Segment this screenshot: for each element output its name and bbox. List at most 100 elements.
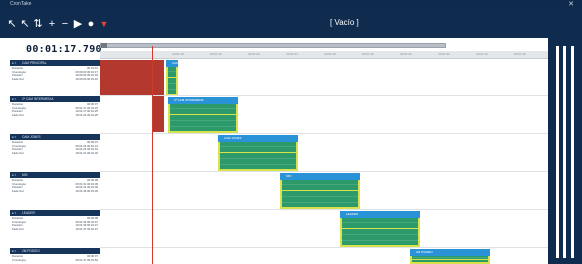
timeline-clip[interactable]: LEADER bbox=[340, 211, 420, 247]
cut-region-tail bbox=[153, 96, 164, 132]
add-icon[interactable]: + bbox=[46, 17, 58, 31]
marker-in-icon[interactable]: ↖ bbox=[6, 17, 18, 31]
marker-out-icon[interactable]: ↖ bbox=[19, 17, 31, 31]
timecode-display: 00:01:17.790 bbox=[26, 44, 102, 55]
clip-trim-handle[interactable] bbox=[418, 218, 420, 247]
clip-header[interactable]: CAM PRINCIPAL bbox=[166, 60, 195, 67]
timeline-clip[interactable]: CAM JONES bbox=[218, 135, 298, 171]
track-header[interactable]: ■ ▾ CAM JONES Duración 00:00:07 Cronología 00… bbox=[10, 134, 100, 157]
track-header[interactable]: ■ ▾ 2ª CAM INTERMEDIA Duración 00:00:07 Cron… bbox=[10, 96, 100, 119]
clip-trim-handle[interactable] bbox=[236, 104, 238, 133]
track-info-value: 10:01:47 00:01:47 bbox=[75, 226, 98, 231]
clip-header[interactable]: 2M PODEIO bbox=[410, 249, 490, 256]
clip-header[interactable]: 2ª CAM INTERMEDIA bbox=[168, 97, 238, 104]
scrubber-handle[interactable] bbox=[101, 43, 107, 48]
timeline-clip[interactable]: CAM PRINCIPAL bbox=[166, 60, 195, 96]
track-header[interactable]: ■ ▾ MIX Duración 00:00:08 Cronología 00:01:31… bbox=[10, 172, 100, 195]
track-title-bar[interactable]: ■ ▾ LEADER bbox=[10, 210, 100, 216]
track-info-value: 00:01:47 00:01:54 bbox=[75, 257, 98, 262]
track-menu-icon[interactable]: ■ ▾ bbox=[12, 249, 20, 253]
close-icon[interactable]: ✕ bbox=[568, 0, 574, 10]
track-title-bar[interactable]: ■ ▾ CAM PRINCIPAL bbox=[10, 60, 100, 66]
clip-trim-handle[interactable] bbox=[280, 180, 282, 209]
track-info-row: Fade Out 10:01:24 00:01:25 bbox=[12, 113, 98, 118]
track-info: Duración 00:01:16 Cronología 00:00:00 00:01… bbox=[10, 66, 100, 83]
document-title: [ Vacío ] bbox=[330, 18, 359, 27]
play-icon[interactable]: ▶ bbox=[72, 17, 84, 31]
clip-title: 2ª CAM INTERMEDIA bbox=[174, 98, 204, 102]
track-info-key: Fade Out bbox=[12, 76, 24, 81]
track-info-row: Cronología 00:01:47 00:01:54 bbox=[12, 257, 98, 263]
clip-trim-handle[interactable] bbox=[296, 142, 298, 171]
ruler-tick: 00:01:22 bbox=[248, 52, 260, 56]
clip-level-line[interactable] bbox=[410, 258, 490, 260]
track-menu-icon[interactable]: ■ ▾ bbox=[12, 135, 20, 139]
track-header[interactable]: ■ ▾ LEADER Duración 00:00:08 Cronología 00:01… bbox=[10, 210, 100, 233]
track-title-bar[interactable]: ■ ▾ 2M PODEIO bbox=[10, 248, 100, 254]
clip-body[interactable] bbox=[280, 180, 360, 209]
track-header[interactable]: ■ ▾ CAM PRINCIPAL Duración 00:01:16 Cronolog… bbox=[10, 60, 100, 83]
clip-title: CAM PRINCIPAL bbox=[172, 61, 196, 65]
tracks-area: ■ ▾ CAM PRINCIPAL Duración 00:01:16 Cronolog… bbox=[10, 60, 548, 264]
track-info-key: Fade Out bbox=[12, 226, 24, 231]
timeline-clip[interactable]: 2ª CAM INTERMEDIA bbox=[168, 97, 238, 133]
side-panel bbox=[548, 38, 582, 264]
clip-title: LEADER bbox=[346, 212, 359, 216]
time-ruler[interactable]: 00:01:18 00:01:20 00:01:22 00:01:24 00:01:26… bbox=[100, 51, 548, 59]
track-title-bar[interactable]: ■ ▾ MIX bbox=[10, 172, 100, 178]
track-menu-icon[interactable]: ■ ▾ bbox=[12, 97, 20, 101]
clip-body[interactable] bbox=[340, 218, 420, 247]
clip-level-line[interactable] bbox=[340, 228, 420, 230]
timeline-clip[interactable]: MIX bbox=[280, 173, 360, 209]
clip-body[interactable] bbox=[218, 142, 298, 171]
track-title-bar[interactable]: ■ ▾ 2ª CAM INTERMEDIA bbox=[10, 96, 100, 102]
timeline-clip[interactable]: 2M PODEIO bbox=[410, 249, 490, 264]
clip-title: MIX bbox=[286, 174, 292, 178]
track-title-bar[interactable]: ■ ▾ CAM JONES bbox=[10, 134, 100, 140]
track-info-key: Fade Out bbox=[12, 150, 24, 155]
clip-header[interactable]: CAM JONES bbox=[218, 135, 298, 142]
record-icon[interactable]: ● bbox=[85, 17, 97, 31]
level-meter-center bbox=[563, 46, 566, 258]
track-name: 2ª CAM INTERMEDIA bbox=[22, 97, 54, 101]
track-name: CAM PRINCIPAL bbox=[22, 61, 47, 65]
clip-level-line[interactable] bbox=[280, 190, 360, 192]
track-info-key: Fade Out bbox=[12, 188, 24, 193]
clip-title: CAM JONES bbox=[224, 136, 242, 140]
clip-header[interactable]: LEADER bbox=[340, 211, 420, 218]
track-menu-icon[interactable]: ■ ▾ bbox=[12, 61, 20, 65]
clip-header[interactable]: MIX bbox=[280, 173, 360, 180]
ruler-tick: 00:01:24 bbox=[286, 52, 298, 56]
track-header[interactable]: ■ ▾ 2M PODEIO Duración 00:00:07 Cronología 00… bbox=[10, 248, 100, 264]
clip-trim-handle[interactable] bbox=[176, 67, 178, 96]
track-name: LEADER bbox=[22, 211, 35, 215]
cut-region[interactable] bbox=[100, 60, 164, 96]
clip-level-line[interactable] bbox=[218, 152, 298, 154]
ruler-tick: 00:01:18 bbox=[172, 52, 184, 56]
ruler-tick: 00:01:26 bbox=[324, 52, 336, 56]
track-menu-icon[interactable]: ■ ▾ bbox=[12, 173, 20, 177]
clip-trim-handle[interactable] bbox=[166, 67, 168, 96]
app-window: CronTake ✕ ↖ ↖ ⇅ + − ▶ ● ▼ [ Vacío ] 00:… bbox=[0, 0, 582, 264]
track-separator bbox=[100, 247, 548, 248]
clip-trim-handle[interactable] bbox=[358, 180, 360, 209]
track-name: CAM JONES bbox=[22, 135, 41, 139]
playhead[interactable] bbox=[152, 46, 153, 264]
track-info-row: Fade Out 10:01:31 00:01:32 bbox=[12, 150, 98, 156]
clip-body[interactable] bbox=[168, 104, 238, 133]
track-menu-icon[interactable]: ■ ▾ bbox=[12, 211, 20, 215]
track-separator bbox=[100, 171, 548, 172]
clip-trim-handle[interactable] bbox=[218, 142, 220, 171]
dropdown-icon[interactable]: ▼ bbox=[98, 17, 110, 31]
track-info: Duración 00:00:07 Cronología 00:01:24 00:01… bbox=[10, 140, 100, 157]
split-icon[interactable]: ⇅ bbox=[32, 17, 44, 31]
remove-icon[interactable]: − bbox=[59, 17, 71, 31]
ruler-tick: 00:01:32 bbox=[438, 52, 450, 56]
track-info-value: 10:01:39 00:01:39 bbox=[75, 188, 98, 193]
track-info-value: 10:00:00 00:01:16 bbox=[75, 76, 98, 81]
track-info-row: Fade Out 10:01:47 00:01:47 bbox=[12, 226, 98, 232]
clip-level-line[interactable] bbox=[168, 114, 238, 116]
clip-trim-handle[interactable] bbox=[168, 104, 170, 133]
level-meter-right bbox=[571, 46, 574, 258]
clip-trim-handle[interactable] bbox=[340, 218, 342, 247]
